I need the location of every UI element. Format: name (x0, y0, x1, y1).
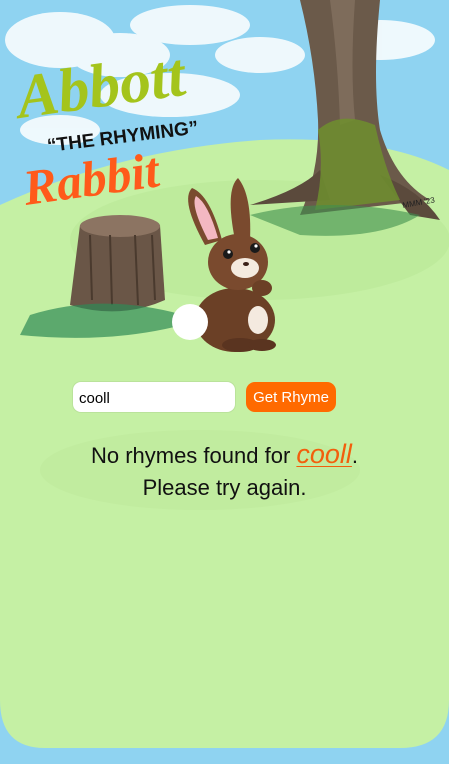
rhyme-form: Get Rhyme (73, 382, 338, 412)
app-screen: Abbott “THE RHYMING” Rabbit MMM '23 Get … (0, 0, 449, 764)
word-input[interactable] (73, 382, 235, 412)
get-rhyme-button[interactable]: Get Rhyme (246, 382, 336, 412)
result-message: No rhymes found for cooll. Please try ag… (0, 438, 449, 504)
result-suffix: . (351, 443, 359, 468)
result-line1: No rhymes found for cooll. (0, 438, 449, 472)
searched-word: cooll (296, 439, 352, 469)
result-prefix: No rhymes found for (90, 443, 297, 468)
result-line2: Please try again. (142, 475, 307, 500)
